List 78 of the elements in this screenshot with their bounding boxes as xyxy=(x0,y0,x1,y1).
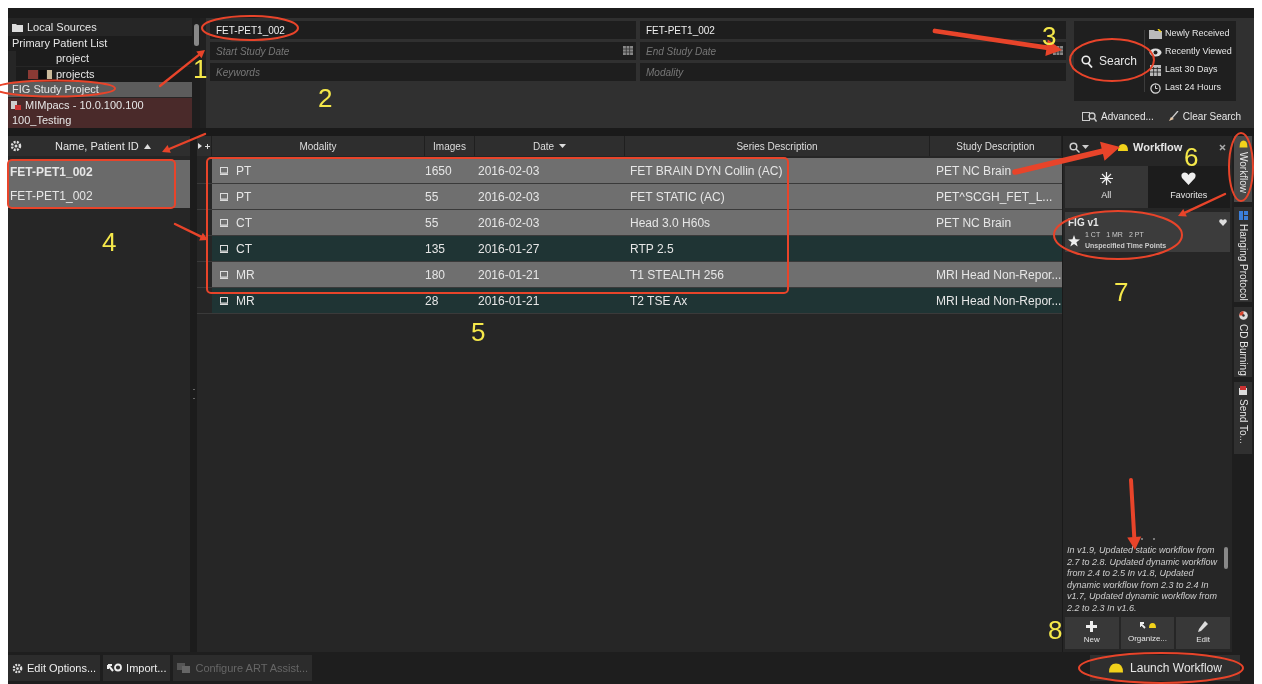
table-cell: MRI Head Non-Repor... xyxy=(936,267,1062,282)
annotation-number: 5 xyxy=(471,318,486,346)
search-field[interactable]: Modality xyxy=(640,63,1066,81)
table-row[interactable]: MR 180 2016-01-21 T1 STEALTH 256 MRI Head Non-Repor... xyxy=(197,262,1062,288)
source-item[interactable]: 100_Testing xyxy=(8,113,192,128)
workflow-description: In v1.9, Updated static workflow from 2.7 to 2.8. Updated dynamic workflow from 2.4 to 2.5 In v1.8, Updated dynamic workflow from 2.3 to 2.4 In v1.7, Updated dynamic workflow from 2.2 to 2.3 In v1.6. xyxy=(1066,544,1219,615)
launch-workflow-button[interactable]: Launch Workflow xyxy=(1090,655,1240,681)
toolbar-button[interactable]: Edit Options... xyxy=(8,655,101,681)
workflow-action-button[interactable]: Organize... xyxy=(1120,617,1175,649)
side-tab[interactable]: Hanging Protocol xyxy=(1234,207,1252,302)
table-cell: 135 xyxy=(425,241,446,256)
source-item[interactable]: Local Sources xyxy=(8,20,192,35)
table-cell: 1650 xyxy=(425,163,452,178)
side-tab[interactable]: Workflow xyxy=(1234,136,1252,202)
table-cell: 2016-01-27 xyxy=(478,241,540,256)
column-header[interactable]: Date xyxy=(475,136,625,156)
search-link[interactable]: Advanced... xyxy=(1082,109,1154,124)
source-item[interactable]: project xyxy=(16,51,192,66)
column-header[interactable]: Images xyxy=(425,136,475,156)
table-cell: T2 TSE Ax xyxy=(630,293,688,308)
quick-filter-link[interactable]: Last 24 Hours xyxy=(1148,81,1232,95)
table-cell: 2016-02-03 xyxy=(478,215,540,230)
search-field[interactable]: FET-PET1_002 xyxy=(210,21,636,39)
side-tab[interactable]: CD Burning xyxy=(1234,307,1252,377)
table-row[interactable]: CT 135 2016-01-27 RTP 2.5 xyxy=(197,236,1062,262)
search-link[interactable]: Clear Search xyxy=(1167,109,1242,124)
table-cell-text: CT xyxy=(236,240,252,258)
toolbar-button[interactable]: Import... xyxy=(103,655,171,681)
panel-title: Workflow xyxy=(1133,139,1183,155)
patient-id: FET-PET1_002 xyxy=(10,188,94,205)
column-header[interactable]: Series Description xyxy=(625,136,930,156)
table-cell: T1 STEALTH 256 xyxy=(630,267,724,282)
workflow-action-button[interactable]: New xyxy=(1065,617,1119,649)
annotation-number: 8 xyxy=(1048,616,1063,644)
table-cell: 2016-02-03 xyxy=(478,189,540,204)
source-item[interactable]: projects xyxy=(16,66,192,82)
table-cell-text: PT xyxy=(236,162,252,180)
table-cell: Head 3.0 H60s xyxy=(630,215,711,230)
table-row[interactable]: PT 1650 2016-02-03 FET BRAIN DYN Collin (AC) PET NC Brain xyxy=(197,158,1062,184)
table-cell: 2016-01-21 xyxy=(478,293,540,308)
table-cell: 28 xyxy=(425,293,439,308)
filter-tab[interactable]: All xyxy=(1065,166,1148,208)
table-cell: PET NC Brain xyxy=(936,163,1012,178)
patient-row[interactable]: FET-PET1_002 FET-PET1_002 xyxy=(8,160,190,208)
table-cell-text: MR xyxy=(236,266,255,284)
source-item[interactable]: Primary Patient List xyxy=(8,35,192,51)
annotation-number: 1 xyxy=(193,55,208,83)
table-cell-text: PT xyxy=(236,188,252,206)
annotation-number: 2 xyxy=(318,84,333,112)
table-cell: MRI Head Non-Repor... xyxy=(936,293,1062,308)
table-cell: PET^SCGH_FET_L... xyxy=(936,189,1053,204)
table-cell: 55 xyxy=(425,215,439,230)
column-header[interactable]: Modality xyxy=(212,136,425,156)
quick-filter-link[interactable]: Last 30 Days xyxy=(1148,63,1232,77)
table-row[interactable]: CT 55 2016-02-03 Head 3.0 H60s PET NC Brain xyxy=(197,210,1062,236)
filter-tab[interactable]: Favorites xyxy=(1147,166,1230,208)
search-field[interactable]: Keywords xyxy=(210,63,636,81)
quick-filter-link[interactable]: Newly Received xyxy=(1148,27,1232,41)
patient-name: FET-PET1_002 xyxy=(10,164,94,181)
annotation-number: 7 xyxy=(1114,278,1129,306)
annotation-number: 4 xyxy=(102,228,117,256)
table-row[interactable]: MR 28 2016-01-21 T2 TSE Ax MRI Head Non-Repor... xyxy=(197,288,1062,314)
search-field[interactable]: Start Study Date xyxy=(210,42,636,60)
quick-filter-link[interactable]: Recently Viewed xyxy=(1148,45,1232,59)
table-cell: 2016-02-03 xyxy=(478,163,540,178)
table-cell: FET BRAIN DYN Collin (AC) xyxy=(630,163,783,178)
table-cell-text: CT xyxy=(236,214,252,232)
table-cell: RTP 2.5 xyxy=(630,241,674,256)
table-row[interactable]: PT 55 2016-02-03 FET STATIC (AC) PET^SCGH_FET_L... xyxy=(197,184,1062,210)
table-cell: 180 xyxy=(425,267,446,282)
table-cell-text: MR xyxy=(236,292,255,310)
table-cell: FET STATIC (AC) xyxy=(630,189,725,204)
table-cell: PET NC Brain xyxy=(936,215,1012,230)
side-tab[interactable]: Send To... xyxy=(1234,382,1252,454)
table-cell: 55 xyxy=(425,189,439,204)
workflow-action-button[interactable]: Edit xyxy=(1176,617,1230,649)
source-item[interactable]: MIMpacs - 10.0.100.100 xyxy=(8,97,192,113)
table-cell: 2016-01-21 xyxy=(478,267,540,282)
